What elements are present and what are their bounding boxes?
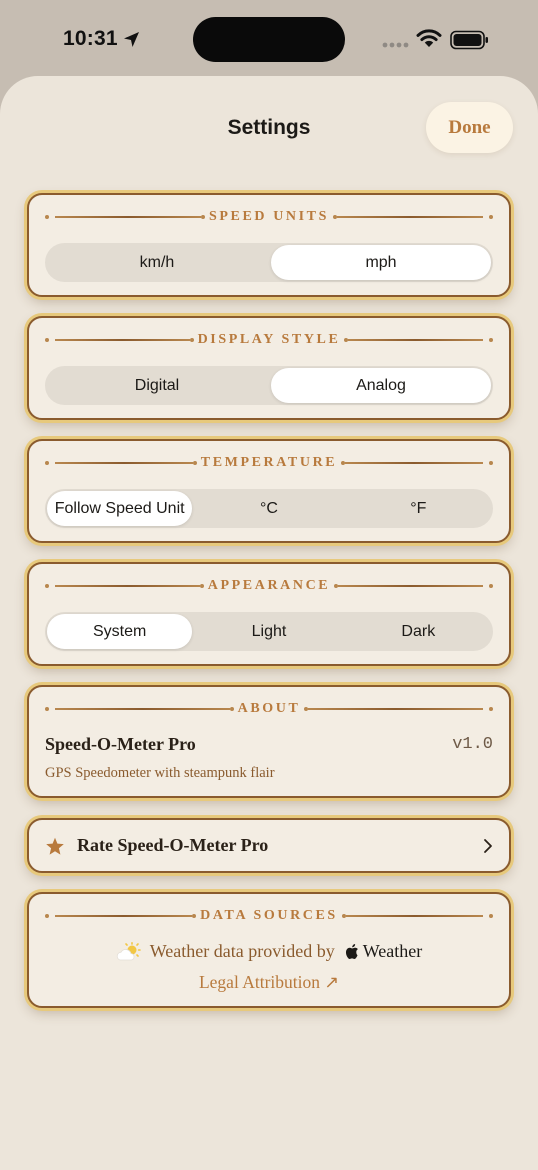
section-header: DATA SOURCES — [45, 908, 493, 924]
appearance-picker: System Light Dark — [45, 612, 493, 651]
app-description: GPS Speedometer with steampunk flair — [45, 765, 275, 781]
data-sources-title: DATA SOURCES — [200, 908, 338, 923]
option-mph[interactable]: mph — [271, 245, 491, 280]
temperature-picker: Follow Speed Unit °C °F — [45, 489, 493, 528]
speed-units-picker: km/h mph — [45, 243, 493, 282]
section-header: SPEED UNITS — [45, 209, 493, 225]
section-header: TEMPERATURE — [45, 455, 493, 471]
weather-attribution: Weather data provided by Weather — [29, 941, 509, 962]
option-digital[interactable]: Digital — [47, 368, 267, 403]
display-style-picker: Digital Analog — [45, 366, 493, 405]
option-celsius[interactable]: °C — [196, 491, 341, 526]
weather-brand-text: Weather — [362, 941, 423, 961]
settings-sheet: Settings Done SPEED UNITS km/h mph DISPL… — [0, 76, 538, 1170]
star-icon — [46, 837, 64, 855]
wifi-icon — [416, 29, 442, 47]
option-fahrenheit[interactable]: °F — [346, 491, 491, 526]
option-follow-speed-unit[interactable]: Follow Speed Unit — [47, 491, 193, 526]
signal-dots-icon — [382, 42, 409, 48]
section-header: ABOUT — [45, 701, 494, 717]
speed-units-title: SPEED UNITS — [208, 209, 330, 224]
apple-weather-brand: Weather — [345, 941, 423, 962]
data-sources-card: DATA SOURCES Weather data provided by We… — [27, 892, 511, 1008]
option-analog[interactable]: Analog — [271, 368, 491, 403]
option-light[interactable]: Light — [196, 614, 341, 649]
app-name: Speed-O-Meter Pro — [45, 734, 196, 754]
section-header: DISPLAY STYLE — [45, 332, 493, 348]
temperature-title: TEMPERATURE — [200, 455, 338, 470]
about-card: ABOUT Speed-O-Meter Pro v1.0 GPS Speedom… — [27, 685, 511, 798]
chevron-right-icon — [484, 839, 492, 853]
speed-units-card: SPEED UNITS km/h mph — [27, 193, 511, 297]
status-time: 10:31 — [63, 27, 118, 50]
battery-icon — [450, 30, 488, 50]
option-system[interactable]: System — [47, 614, 193, 649]
rate-label: Rate Speed-O-Meter Pro — [77, 835, 269, 855]
provided-by-text: Weather data provided by — [149, 941, 335, 961]
about-title: ABOUT — [237, 701, 301, 716]
temperature-card: TEMPERATURE Follow Speed Unit °C °F — [27, 439, 511, 543]
rate-app-row[interactable]: Rate Speed-O-Meter Pro — [27, 818, 511, 873]
partly-sunny-icon — [116, 941, 141, 960]
appearance-title: APPEARANCE — [207, 578, 331, 593]
location-arrow-icon — [124, 32, 139, 47]
legal-attribution-link[interactable]: Legal Attribution ↗ — [29, 972, 509, 993]
display-style-title: DISPLAY STYLE — [197, 332, 341, 347]
section-header: APPEARANCE — [45, 578, 494, 594]
display-style-card: DISPLAY STYLE Digital Analog — [27, 316, 511, 420]
app-version: v1.0 — [452, 735, 493, 754]
option-kmh[interactable]: km/h — [47, 245, 267, 280]
option-dark[interactable]: Dark — [346, 614, 491, 649]
appearance-card: APPEARANCE System Light Dark — [27, 562, 511, 666]
apple-logo-icon — [345, 944, 358, 959]
done-button[interactable]: Done — [426, 102, 513, 153]
dynamic-island — [193, 17, 345, 62]
status-bar: 10:31 — [0, 0, 538, 76]
